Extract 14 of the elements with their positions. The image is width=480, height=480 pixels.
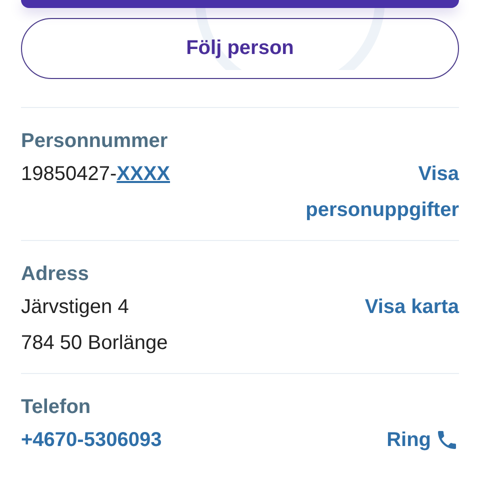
masked-link[interactable]: XXXX: [116, 163, 170, 185]
action-link[interactable]: Visa personuppgifter: [279, 156, 459, 228]
phone-link[interactable]: +4670-5306093: [21, 429, 162, 451]
field-label: Personnummer: [21, 129, 169, 154]
phone-icon: [435, 428, 459, 452]
field-value: Järvstigen 4: [21, 296, 129, 318]
action-link[interactable]: Visa karta: [279, 289, 459, 325]
field-label: Telefon: [21, 395, 92, 420]
field-label: Adress: [21, 262, 90, 287]
field-value: 784 50 Borlänge: [21, 332, 168, 354]
field-value: 19850427-: [21, 163, 117, 185]
call-link[interactable]: Ring: [386, 422, 459, 458]
primary-button[interactable]: [21, 0, 459, 8]
follow-button[interactable]: Följ person: [21, 18, 459, 79]
